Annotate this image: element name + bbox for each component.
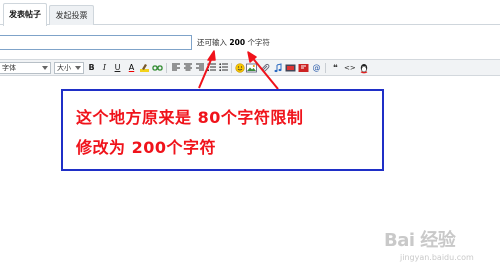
tab-poll[interactable]: 发起投票 xyxy=(49,5,94,25)
qq-icon[interactable] xyxy=(358,62,369,74)
bold-icon[interactable]: B xyxy=(86,62,97,74)
email-icon[interactable]: @ xyxy=(311,62,322,74)
image-icon[interactable] xyxy=(246,62,257,74)
annotation-line-1: 这个地方原来是 80个字符限制 xyxy=(76,108,304,127)
toolbar-divider xyxy=(231,63,232,73)
annotation-box: 这个地方原来是 80个字符限制 修改为 200个字符 xyxy=(61,89,384,171)
tab-bar: 发表帖子 发起投票 xyxy=(0,0,500,26)
underline-icon[interactable]: U xyxy=(112,62,123,74)
annotation-line-2: 修改为 200个字符 xyxy=(76,138,216,157)
quote-icon[interactable]: ❝ xyxy=(330,62,341,74)
editor-toolbar: 字体 大小 B I U A @ ❝ <> xyxy=(0,59,500,76)
title-input[interactable] xyxy=(0,35,192,50)
toolbar-divider xyxy=(166,63,167,73)
font-family-label: 字体 xyxy=(2,64,16,72)
char-counter: 还可输入 200 个字符 xyxy=(197,37,270,48)
align-left-icon[interactable] xyxy=(170,62,181,74)
emoticon-icon[interactable] xyxy=(234,62,245,74)
watermark-url: jingyan.baidu.com xyxy=(400,253,474,262)
unordered-list-icon[interactable] xyxy=(218,62,229,74)
italic-icon[interactable]: I xyxy=(99,62,110,74)
tab-post[interactable]: 发表帖子 xyxy=(3,3,47,26)
font-color-icon[interactable]: A xyxy=(126,62,137,74)
font-family-select[interactable]: 字体 xyxy=(0,62,51,74)
video-icon[interactable] xyxy=(285,62,296,74)
font-size-select[interactable]: 大小 xyxy=(54,62,84,74)
watermark-logo: Bai 经验 xyxy=(384,230,456,251)
watermark: Bai 经验 jingyan.baidu.com xyxy=(384,226,496,268)
flash-icon[interactable] xyxy=(298,62,309,74)
counter-count: 200 xyxy=(229,38,246,47)
align-right-icon[interactable] xyxy=(194,62,205,74)
toolbar-divider xyxy=(325,63,326,73)
counter-suffix: 个字符 xyxy=(247,38,270,47)
align-center-icon[interactable] xyxy=(182,62,193,74)
font-size-label: 大小 xyxy=(57,64,71,72)
chevron-down-icon xyxy=(75,66,81,70)
music-icon[interactable] xyxy=(272,62,283,74)
attachment-icon[interactable] xyxy=(259,62,270,74)
code-icon[interactable]: <> xyxy=(344,62,356,74)
ordered-list-icon[interactable] xyxy=(206,62,217,74)
link-icon[interactable] xyxy=(152,62,163,74)
counter-prefix: 还可输入 xyxy=(197,38,227,47)
chevron-down-icon xyxy=(42,66,48,70)
highlight-icon[interactable] xyxy=(139,62,150,74)
